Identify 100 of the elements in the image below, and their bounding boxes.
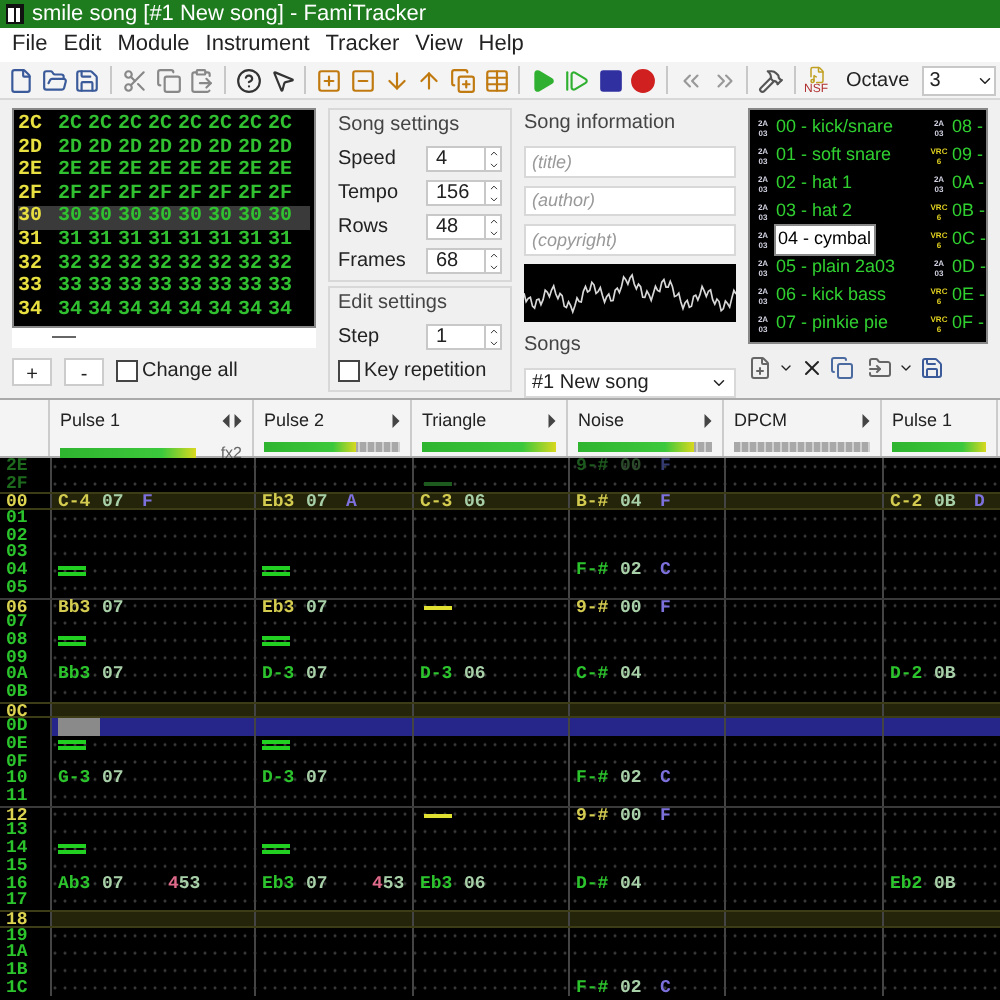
number-field[interactable]: 4 [426,146,502,172]
copy-icon[interactable] [151,63,185,97]
volume-value: F [142,494,155,509]
note-text: 9-# [576,599,611,615]
add-frame-button[interactable]: + [12,357,52,386]
sound-entry[interactable]: 0E - [950,282,986,310]
spin-up-icon[interactable] [486,326,502,337]
frame-cell-text: 32 [118,253,145,276]
group-title: Edit settings [338,290,449,318]
number-field[interactable]: 68 [426,248,502,274]
channel-header[interactable]: Triangle [412,400,568,456]
octave-dropdown[interactable]: 3 [921,65,997,95]
text-field[interactable]: (author) [524,185,736,217]
sound-entry[interactable]: 04 - cymbal [774,224,876,256]
frame-row[interactable]: 33 33 33 33 33 33 33 33 33 [18,276,310,300]
sound-entry[interactable]: 07 - pinkie pie [774,310,891,338]
sound-entry[interactable]: 0B - [950,198,986,226]
frame-row[interactable]: 31 31 31 31 31 31 31 31 31 [18,229,310,254]
menu-item[interactable]: File [4,28,56,62]
checkbox[interactable] [116,360,138,383]
frame-row[interactable]: 2E 2E 2E 2E 2E 2E 2E 2E 2E [18,160,310,184]
note-text: Bb3 [58,666,93,684]
spin-down-icon[interactable] [486,159,502,170]
menu-item[interactable]: View [407,28,471,62]
spin-down-icon[interactable] [486,227,502,238]
song-dropdown[interactable]: #1 New song [524,368,736,398]
right-arrow-icon[interactable] [548,414,556,429]
frame-row[interactable]: 30 30 30 30 30 30 30 30 30 [18,206,310,230]
spin-up-icon[interactable] [486,216,502,227]
spin-down-icon[interactable] [486,337,502,348]
sound-entry[interactable]: 05 - plain 2a03 [774,254,898,282]
spin-down-icon[interactable] [486,193,502,204]
load-icon[interactable] [868,356,892,380]
sound-entry[interactable]: 02 - hat 1 [774,170,855,198]
spin-up-icon[interactable] [486,182,502,193]
remove-frame-button[interactable]: - [64,357,104,386]
number-field[interactable]: 156 [426,180,502,206]
right-arrow-icon[interactable] [862,414,870,429]
sound-entry[interactable]: 01 - soft snare [774,142,894,170]
sound-entry[interactable]: 03 - hat 2 [774,198,855,226]
sound-entry[interactable]: 0D - [950,254,986,282]
sound-entry[interactable]: 0C - [950,226,986,254]
spin-up-icon[interactable] [486,148,502,159]
channel-header[interactable]: DPCM [724,400,882,456]
row-number: 1A [0,944,50,962]
frame-row[interactable]: 2F 2F 2F 2F 2F 2F 2F 2F 2F [18,183,310,207]
duplicate-icon[interactable] [446,63,480,97]
scrollbar-thumb[interactable] [52,336,76,339]
menu-item[interactable]: Tracker [317,28,408,62]
number-field[interactable]: 1 [426,324,502,350]
sound-entry[interactable]: 06 - kick bass [774,282,889,310]
spin-down-icon[interactable] [486,261,502,272]
channel-header[interactable]: Noise [568,400,724,456]
frame-cell-text: 34 [148,299,175,323]
frame-row[interactable]: 34 34 34 34 34 34 34 34 34 [18,299,310,323]
row-number: 11 [0,788,50,806]
spin-up-icon[interactable] [486,250,502,261]
frame-cell-text: 33 [88,276,115,300]
frame-row[interactable]: 32 32 32 32 32 32 32 32 32 [18,253,310,277]
text-field[interactable]: (title) [524,146,736,178]
delete-icon[interactable] [800,356,824,380]
channel-header[interactable]: Pulse 1 [882,400,998,456]
sound-entry[interactable]: 08 - [950,114,986,142]
menu-item[interactable]: Help [470,28,532,62]
right-arrow-icon[interactable] [704,414,712,429]
field-label: Tempo [338,180,399,208]
sound-entry[interactable]: 09 - [950,142,986,170]
note-text: Eb3 [262,875,297,893]
save-icon[interactable] [920,356,944,380]
channel-header[interactable]: Pulse 2 [254,400,412,456]
menu-item[interactable]: Instrument [197,28,318,62]
left-arrow-icon[interactable] [222,414,230,429]
instrument-number: 07 [306,770,330,789]
frame-row[interactable]: 2C 2C 2C 2C 2C 2C 2C 2C 2C [18,114,310,138]
row-number: 13 [0,822,50,841]
frame-cell-text: 34 [178,299,205,323]
frame-row[interactable]: 2D 2D 2D 2D 2D 2D 2D 2D 2D [18,137,310,161]
channel-header[interactable]: Pulse 1 fx2 [50,400,254,456]
field-label: Frames [338,248,406,276]
instrument-number: 04 [620,875,644,893]
menu-item[interactable]: Edit [55,28,110,62]
sound-entry[interactable]: 0F - [950,310,986,338]
number-field[interactable]: 48 [426,214,502,240]
right-arrow-icon[interactable] [234,414,242,429]
app-icon [6,4,24,24]
instrument-number: 07 [102,770,126,789]
help-icon[interactable] [232,63,266,97]
copy-icon[interactable] [830,356,854,380]
frame-cell-text: 2D [88,137,115,160]
instrument-number: 06 [464,494,488,509]
right-arrow-icon[interactable] [392,414,400,429]
volume-value: A [346,494,359,509]
sound-entry[interactable]: 00 - kick/snare [774,114,896,142]
frame-cell-text: 31 [238,229,265,254]
new-instrument-icon[interactable] [748,356,772,380]
menu-item[interactable]: Module [109,28,198,62]
record-icon[interactable] [626,63,661,97]
text-field[interactable]: (copyright) [524,224,736,256]
sound-entry[interactable]: 0A - [950,170,986,198]
checkbox[interactable] [338,360,360,382]
